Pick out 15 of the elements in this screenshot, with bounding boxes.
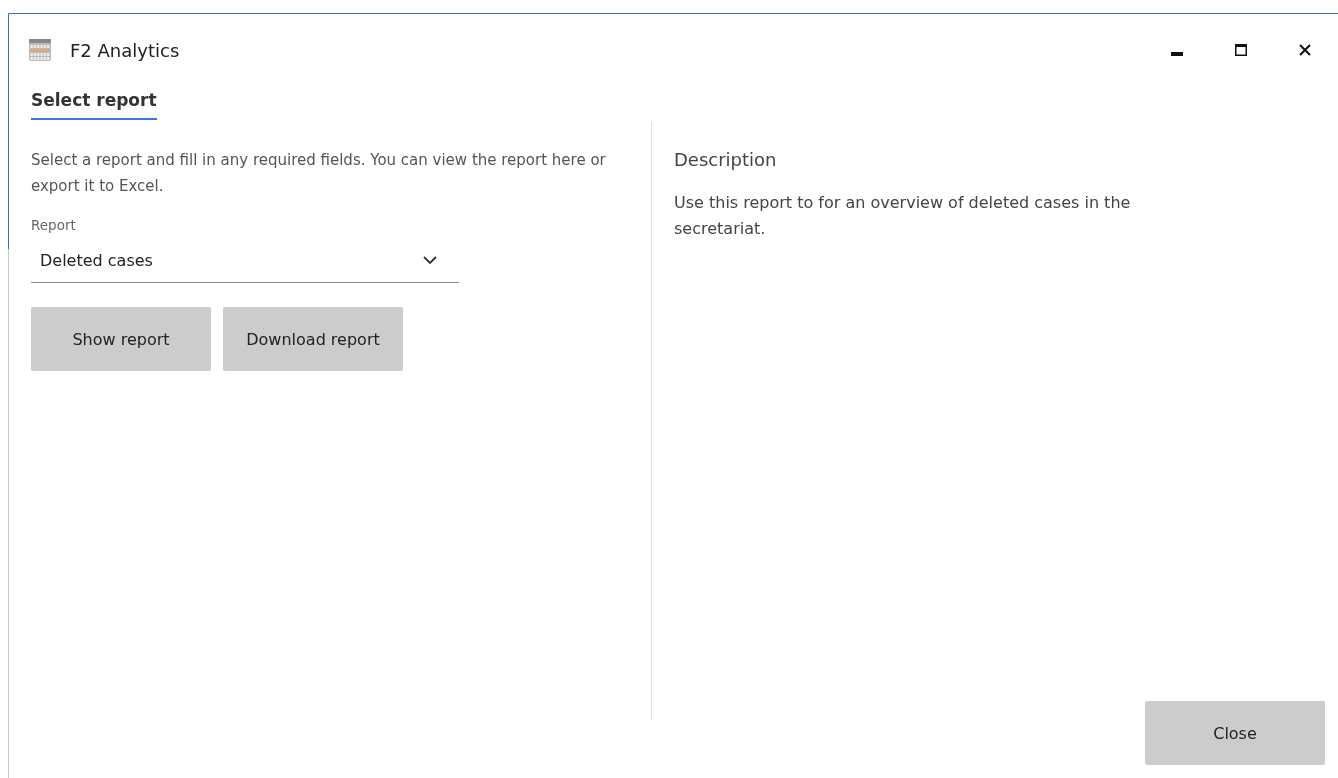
maximize-icon bbox=[1235, 44, 1247, 56]
report-button[interactable]: Download report bbox=[223, 307, 403, 371]
minimize-icon bbox=[1171, 52, 1183, 56]
intro-text: Select a report and fill in any required fields. You can view the report here or export it to Excel. bbox=[31, 150, 607, 197]
description-text: Use this report to for an overview of deleted cases in the secretariat. bbox=[674, 192, 1132, 240]
close-icon bbox=[1299, 44, 1311, 56]
description-heading: Description bbox=[674, 149, 778, 170]
calendar-icon bbox=[28, 38, 52, 62]
report-dropdown[interactable]: Deleted cases bbox=[31, 239, 459, 283]
field-label: Report bbox=[31, 217, 77, 233]
report-button[interactable]: Show report bbox=[31, 307, 211, 371]
window-title: F2 Analytics bbox=[70, 39, 181, 61]
tab[interactable]: Select report bbox=[31, 86, 157, 120]
close-dialog-button[interactable]: Close bbox=[1145, 701, 1325, 765]
chevron-down-icon bbox=[423, 256, 437, 265]
